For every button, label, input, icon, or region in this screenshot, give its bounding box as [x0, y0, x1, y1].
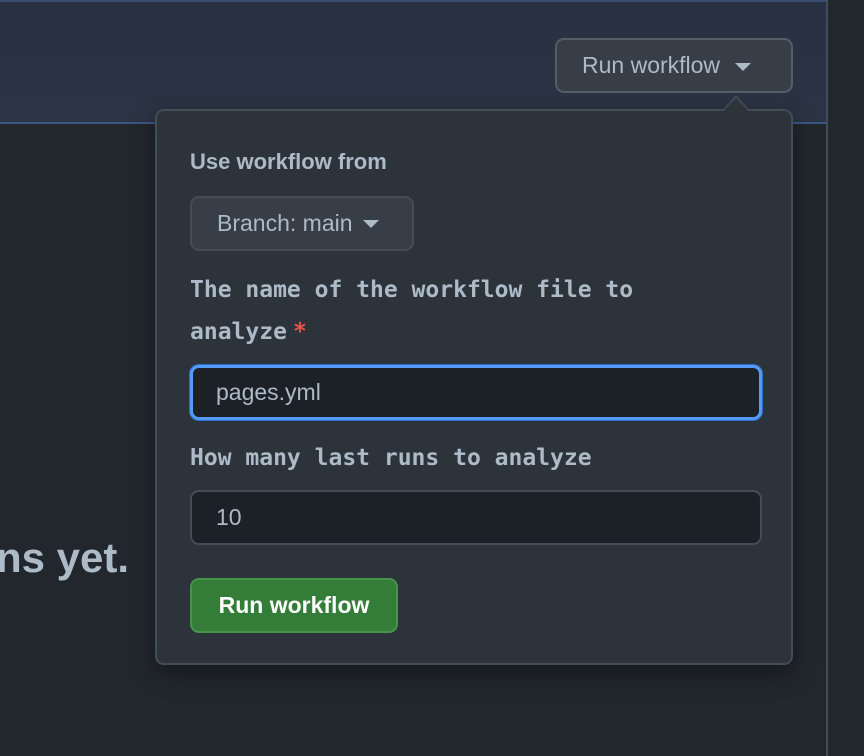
- workflow-file-label-text: The name of the workflow file to analyze: [190, 277, 634, 345]
- branch-select-button[interactable]: Branch: main: [190, 196, 414, 251]
- run-workflow-dropdown-label: Run workflow: [582, 52, 721, 78]
- run-workflow-dropdown-button[interactable]: Run workflow: [555, 38, 793, 93]
- page: Run workflow ns yet. Use workflow from B…: [0, 0, 864, 756]
- chevron-down-icon: [362, 220, 379, 228]
- workflow-file-input[interactable]: [190, 365, 762, 420]
- popover-arrow-inner: [724, 98, 748, 111]
- use-workflow-from-label: Use workflow from: [190, 149, 387, 174]
- required-indicator: *: [292, 319, 307, 345]
- chevron-down-icon: [735, 62, 752, 71]
- run-workflow-popover: Use workflow from Branch: main The name …: [155, 109, 793, 665]
- empty-state-message: ns yet.: [0, 534, 130, 581]
- run-workflow-submit-button[interactable]: Run workflow: [190, 578, 398, 633]
- last-runs-field-label: How many last runs to analyze: [190, 445, 592, 471]
- last-runs-input[interactable]: [190, 490, 762, 545]
- branch-select-label: Branch: main: [217, 210, 353, 236]
- workflow-file-field-label: The name of the workflow file to analyze…: [190, 269, 710, 353]
- workflow-header-banner: Run workflow: [0, 0, 826, 124]
